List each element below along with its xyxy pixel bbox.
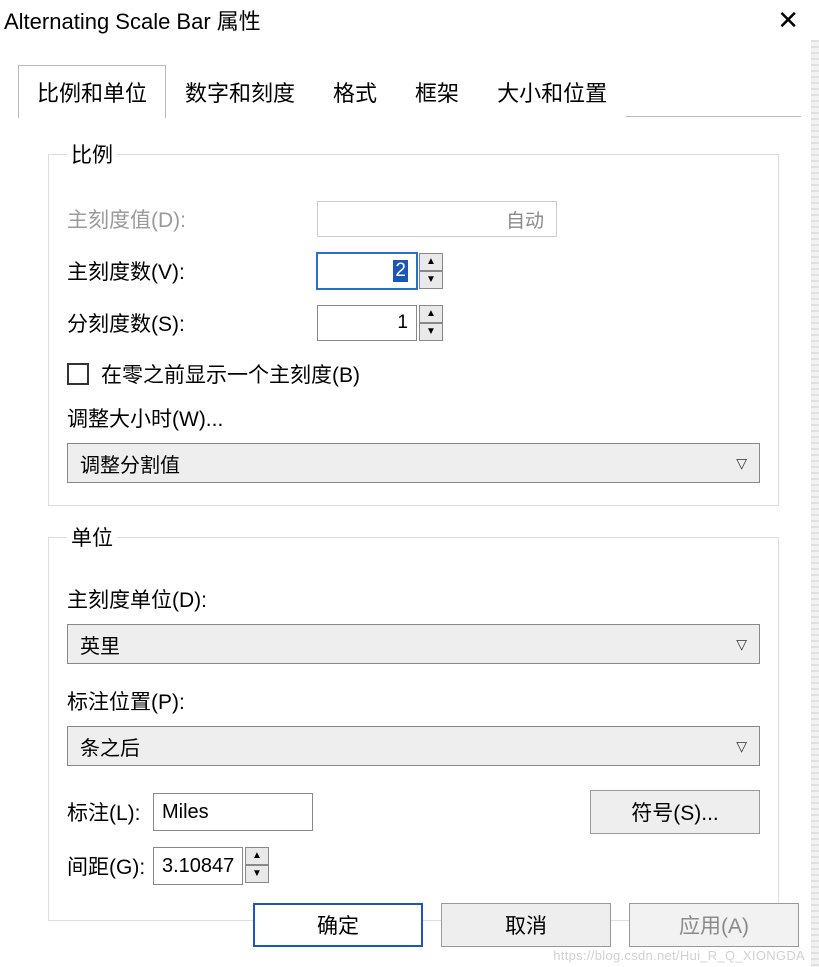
resize-dropdown[interactable]: 调整分割值 ▽ xyxy=(67,443,760,483)
num-subdivisions-label: 分刻度数(S): xyxy=(67,308,317,338)
spin-down-icon[interactable]: ▼ xyxy=(419,323,443,341)
num-divisions-spinner[interactable]: 2 ▲ ▼ xyxy=(317,253,443,289)
division-value-row: 主刻度值(D): xyxy=(67,199,760,239)
division-value-label: 主刻度值(D): xyxy=(67,204,317,234)
num-subdivisions-input[interactable] xyxy=(317,305,417,341)
spin-down-icon[interactable]: ▼ xyxy=(245,865,269,883)
resize-label: 调整大小时(W)... xyxy=(67,403,760,433)
num-subdivisions-row: 分刻度数(S): ▲ ▼ xyxy=(67,303,760,343)
close-icon[interactable]: ✕ xyxy=(767,3,809,37)
num-divisions-label: 主刻度数(V): xyxy=(67,256,317,286)
cancel-button-label: 取消 xyxy=(505,910,547,940)
ok-button[interactable]: 确定 xyxy=(253,903,423,947)
division-units-label: 主刻度单位(D): xyxy=(67,584,760,614)
tab-label: 框架 xyxy=(415,81,459,106)
division-value-input xyxy=(317,201,557,237)
chevron-down-icon: ▽ xyxy=(736,636,747,653)
gap-spinner[interactable]: ▲ ▼ xyxy=(153,847,269,885)
spin-up-icon[interactable]: ▲ xyxy=(245,847,269,865)
num-divisions-row: 主刻度数(V): 2 ▲ ▼ xyxy=(67,251,760,291)
tab-label: 大小和位置 xyxy=(497,81,607,106)
dialog-title: Alternating Scale Bar 属性 xyxy=(4,4,261,36)
num-divisions-value: 2 xyxy=(393,260,408,282)
division-units-value: 英里 xyxy=(80,630,120,659)
division-units-dropdown[interactable]: 英里 ▽ xyxy=(67,624,760,664)
label-position-label: 标注位置(P): xyxy=(67,686,760,716)
gap-label: 间距(G): xyxy=(67,851,153,881)
gap-input[interactable] xyxy=(153,847,243,885)
spin-up-icon[interactable]: ▲ xyxy=(419,253,443,271)
tab-label: 格式 xyxy=(333,81,377,106)
units-group: 单位 主刻度单位(D): 英里 ▽ 标注位置(P): 条之后 ▽ 标注(L): … xyxy=(48,522,779,921)
show-before-zero-checkbox[interactable] xyxy=(67,363,89,385)
watermark-text: https://blog.csdn.net/Hui_R_Q_XIONGDA xyxy=(553,948,805,963)
label-position-value: 条之后 xyxy=(80,732,140,761)
num-subdivisions-spinner[interactable]: ▲ ▼ xyxy=(317,305,443,341)
chevron-down-icon: ▽ xyxy=(736,738,747,755)
tab-numbers-marks[interactable]: 数字和刻度 xyxy=(166,65,314,118)
apply-button: 应用(A) xyxy=(629,903,799,947)
num-divisions-input[interactable]: 2 xyxy=(317,253,417,289)
scale-group: 比例 主刻度值(D): 主刻度数(V): 2 ▲ ▼ 分刻度数 xyxy=(48,139,779,506)
spinner-buttons: ▲ ▼ xyxy=(419,305,443,341)
tab-format[interactable]: 格式 xyxy=(314,65,396,118)
symbol-button[interactable]: 符号(S)... xyxy=(590,790,760,834)
label-text-input[interactable] xyxy=(153,793,313,831)
label-text-label: 标注(L): xyxy=(67,797,153,827)
spinner-buttons: ▲ ▼ xyxy=(245,847,269,885)
units-legend: 单位 xyxy=(67,522,117,552)
show-before-zero-row: 在零之前显示一个主刻度(B) xyxy=(67,359,760,389)
tab-strip: 比例和单位 数字和刻度 格式 框架 大小和位置 xyxy=(18,64,819,117)
chevron-down-icon: ▽ xyxy=(736,455,747,472)
spin-down-icon[interactable]: ▼ xyxy=(419,271,443,289)
tab-size-position[interactable]: 大小和位置 xyxy=(478,65,626,118)
ok-button-label: 确定 xyxy=(317,910,359,940)
apply-button-label: 应用(A) xyxy=(679,910,749,940)
scale-legend: 比例 xyxy=(67,139,117,169)
symbol-button-label: 符号(S)... xyxy=(631,797,719,827)
window-edge-decoration xyxy=(811,40,819,967)
tab-label: 比例和单位 xyxy=(37,81,147,106)
spinner-buttons: ▲ ▼ xyxy=(419,253,443,289)
show-before-zero-label: 在零之前显示一个主刻度(B) xyxy=(101,359,360,389)
cancel-button[interactable]: 取消 xyxy=(441,903,611,947)
tab-frame[interactable]: 框架 xyxy=(396,65,478,118)
titlebar: Alternating Scale Bar 属性 ✕ xyxy=(0,0,819,44)
tab-panel: 比例 主刻度值(D): 主刻度数(V): 2 ▲ ▼ 分刻度数 xyxy=(0,117,819,921)
label-text-row: 标注(L): 符号(S)... xyxy=(67,790,760,834)
resize-dropdown-value: 调整分割值 xyxy=(80,449,180,478)
dialog-window: Alternating Scale Bar 属性 ✕ 比例和单位 数字和刻度 格… xyxy=(0,0,819,967)
label-position-dropdown[interactable]: 条之后 ▽ xyxy=(67,726,760,766)
tab-label: 数字和刻度 xyxy=(185,81,295,106)
tab-scale-units[interactable]: 比例和单位 xyxy=(18,65,166,118)
gap-row: 间距(G): ▲ ▼ xyxy=(67,846,760,886)
spin-up-icon[interactable]: ▲ xyxy=(419,305,443,323)
